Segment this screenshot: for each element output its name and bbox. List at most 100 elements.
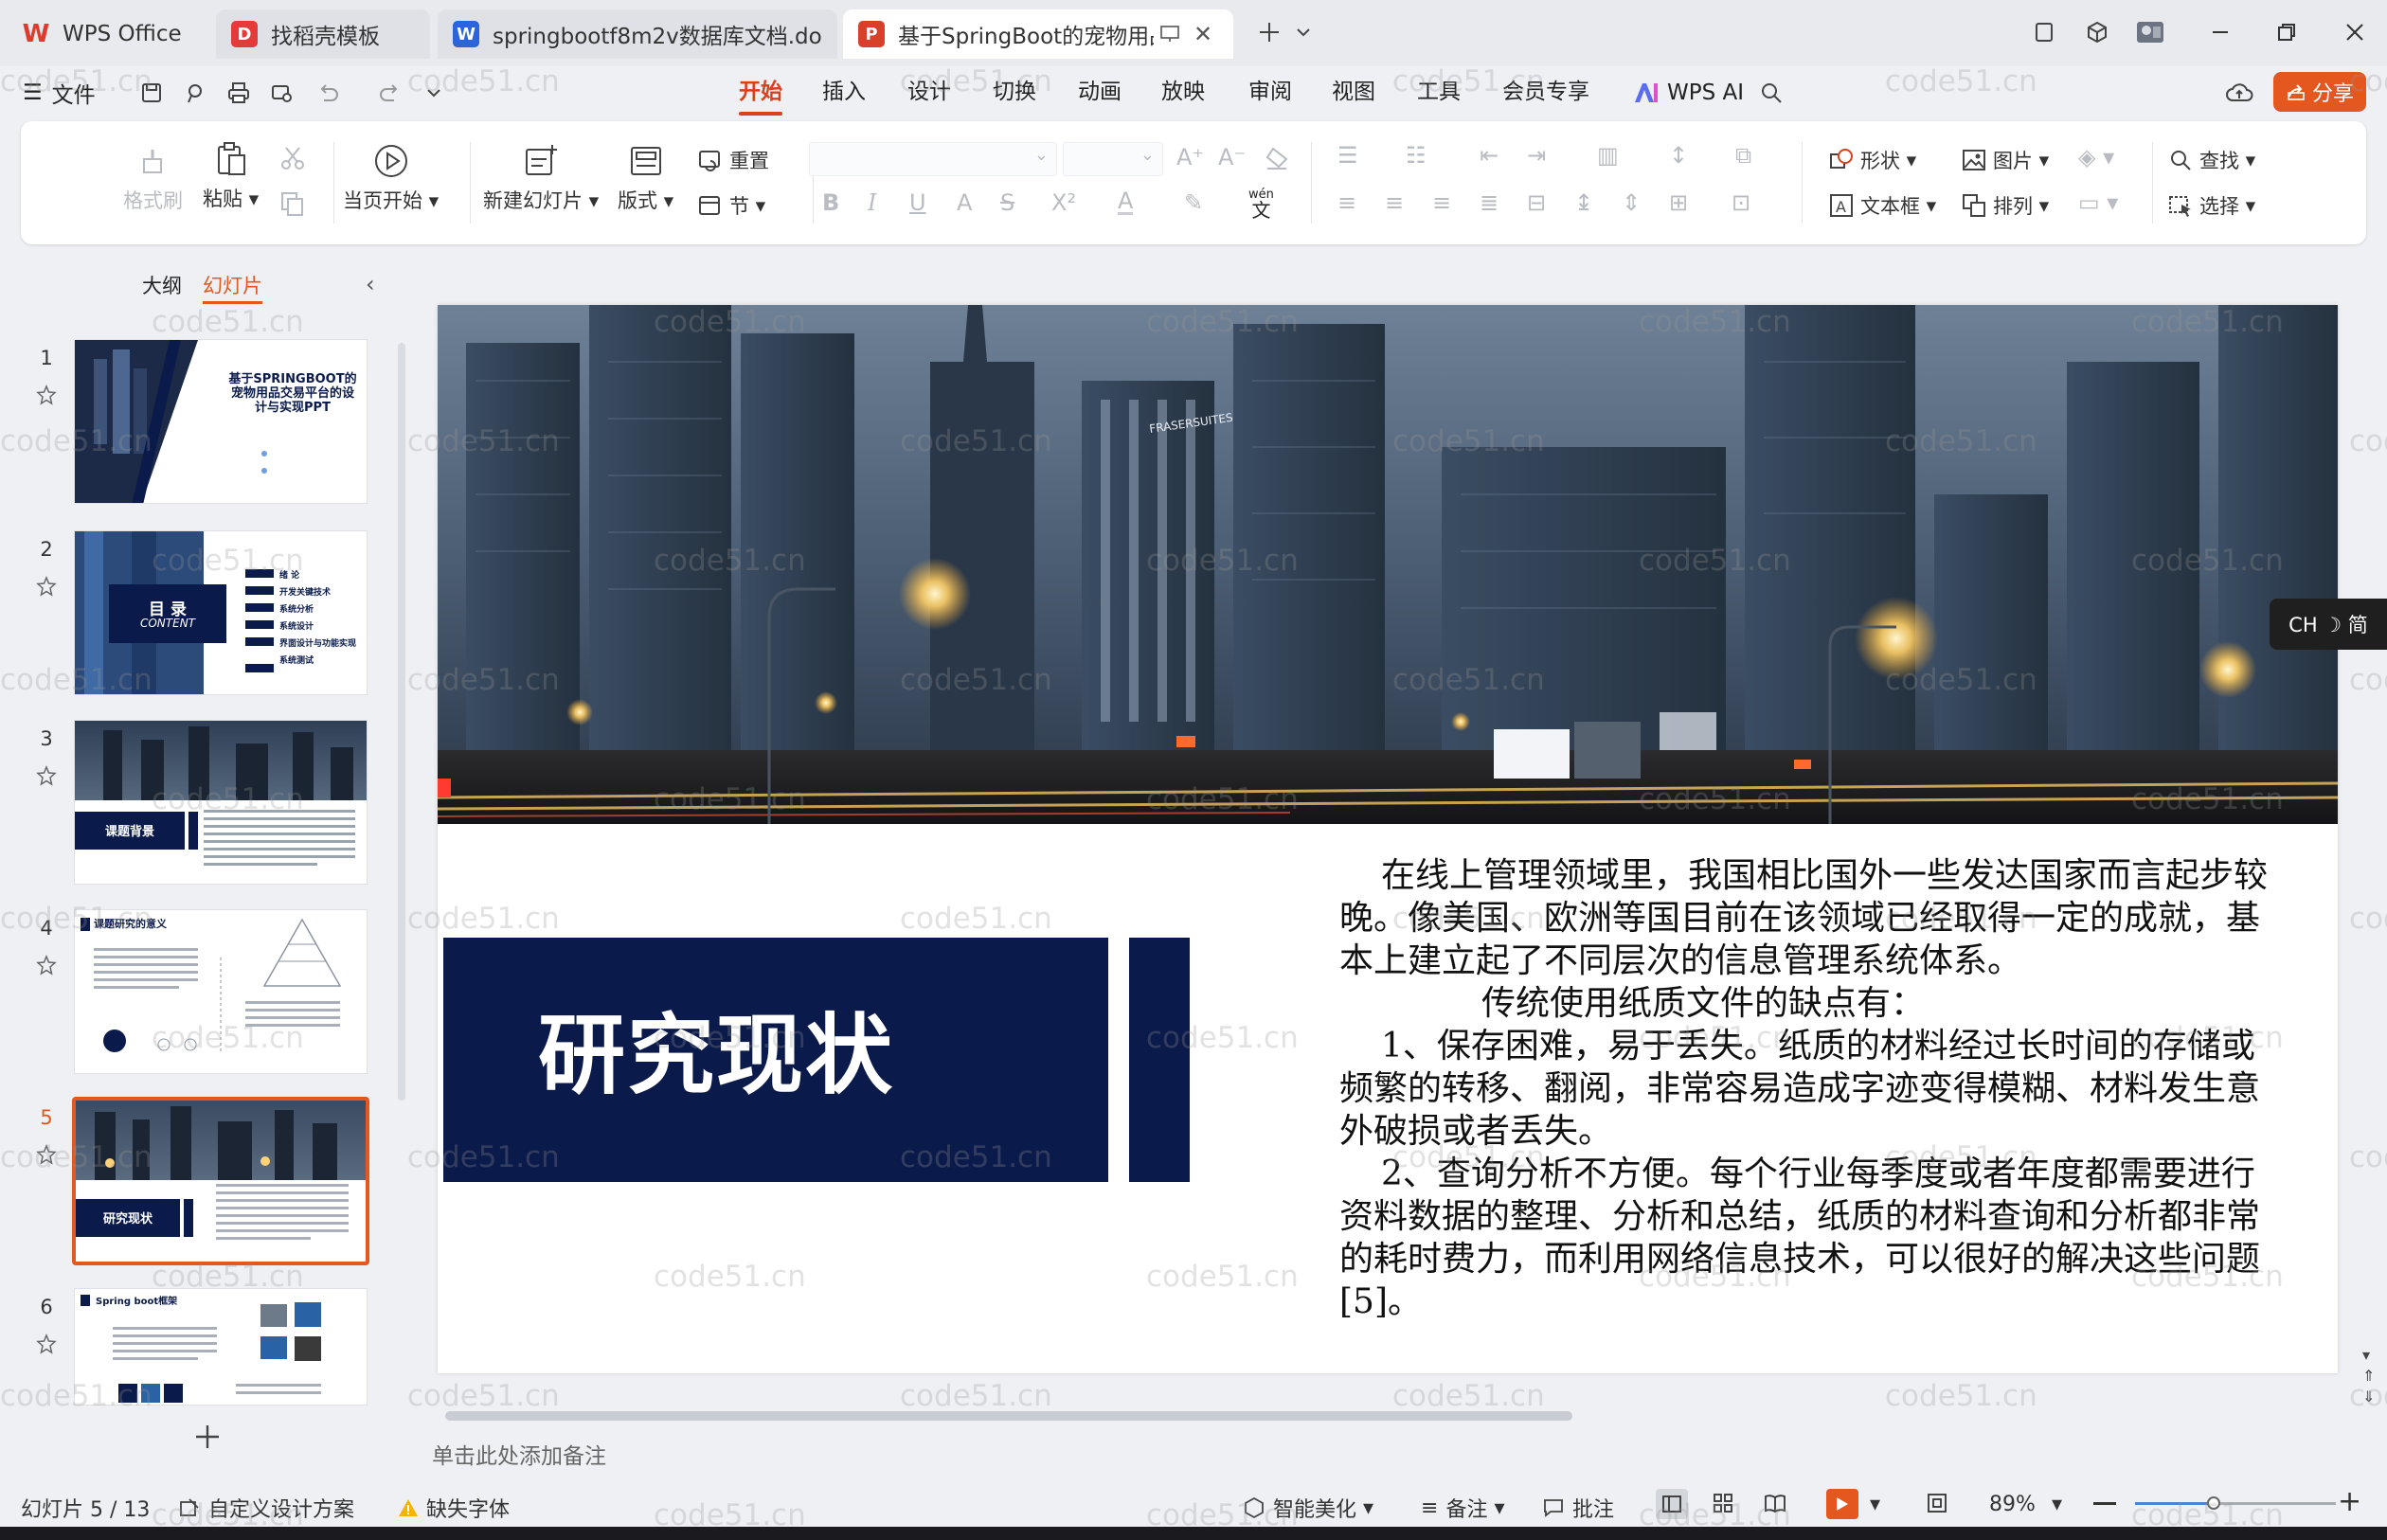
tab-outline[interactable]: 大纲 [142, 271, 182, 299]
font-size-select[interactable]: ⌄ [1063, 142, 1163, 176]
cut-icon[interactable] [278, 144, 307, 172]
new-tab-icon[interactable] [1250, 13, 1288, 51]
tab-slideshow[interactable]: 放映 [1161, 76, 1205, 110]
tab-design[interactable]: 设计 [907, 76, 951, 110]
tab-docer-templates[interactable]: D 找稻壳模板 [216, 9, 430, 59]
convert-icon[interactable]: ⧉ [1735, 142, 1751, 169]
tab-tools[interactable]: 工具 [1417, 76, 1461, 110]
tab-wps-office[interactable]: W WPS Office [8, 9, 218, 59]
font-family-select[interactable]: ⌄ [809, 142, 1057, 176]
slide-title[interactable]: 研究现状 [538, 985, 894, 1111]
share-button[interactable]: 分享 [2273, 72, 2366, 112]
align-right-icon[interactable]: ≡ [1432, 189, 1451, 216]
align-left-icon[interactable]: ≡ [1337, 189, 1356, 216]
find-button[interactable]: 查找 ▾ [2167, 146, 2255, 174]
export-icon[interactable] [180, 78, 210, 108]
increase-indent-icon[interactable]: ⇥ [1527, 142, 1546, 169]
decrease-indent-icon[interactable]: ⇤ [1480, 142, 1499, 169]
new-slide-button[interactable]: 新建幻灯片 ▾ [483, 142, 599, 214]
phonetic-guide-icon[interactable]: wén 文 [1248, 188, 1274, 220]
tab-insert[interactable]: 插入 [822, 76, 866, 110]
section-button[interactable]: 节 ▾ [697, 191, 765, 220]
search-icon[interactable] [1756, 78, 1786, 108]
tab-review[interactable]: 审阅 [1248, 76, 1292, 110]
file-menu-button[interactable]: ☰ 文件 [23, 78, 99, 108]
user-avatar[interactable] [2131, 13, 2169, 51]
star-icon[interactable] [36, 955, 57, 976]
textbox-button[interactable]: A 文本框 ▾ [1828, 191, 1936, 220]
slide-canvas[interactable]: FRASERSUITES 研究现状 在线上管理领域里，我国相比国外一些发达国家而… [438, 305, 2338, 1373]
ime-indicator[interactable]: CH ☽ 简 [2270, 599, 2387, 650]
missing-font-button[interactable]: 缺失字体 [398, 1493, 510, 1523]
layout-button[interactable]: 版式 ▾ [618, 142, 673, 214]
star-icon[interactable] [36, 385, 57, 405]
normal-view-icon[interactable] [1656, 1489, 1688, 1519]
fill-icon[interactable]: ◈ ▾ [2078, 144, 2114, 170]
line-spacing-icon[interactable]: ↨ [1574, 189, 1593, 216]
tab-transitions[interactable]: 切换 [993, 76, 1036, 110]
italic-icon[interactable]: I [868, 189, 876, 216]
tab-list-chevron-icon[interactable] [1284, 13, 1322, 51]
cloud-upload-icon[interactable] [2224, 78, 2254, 108]
slide-thumbnail-5[interactable]: 研究现状 [72, 1097, 369, 1265]
numbering-icon[interactable]: ☷ [1406, 142, 1427, 169]
strikethrough-icon[interactable]: S [1000, 189, 1014, 216]
justify-icon[interactable]: ≣ [1480, 189, 1499, 216]
redo-icon[interactable] [375, 78, 405, 108]
slide-thumbnail-3[interactable]: 课题背景 [74, 720, 368, 885]
paragraph-spacing-icon[interactable]: ⇕ [1622, 189, 1641, 216]
collapse-panel-icon[interactable]: ‹ [366, 271, 375, 297]
bullets-icon[interactable]: ☰ [1337, 142, 1358, 169]
text-direction-icon[interactable]: ↕ [1669, 142, 1688, 169]
undo-icon[interactable] [313, 78, 343, 108]
distribute-icon[interactable]: ⊟ [1527, 189, 1546, 216]
tab-home[interactable]: 开始 [739, 76, 782, 116]
tab-animations[interactable]: 动画 [1078, 76, 1122, 110]
highlight-icon[interactable]: ✎ [1184, 189, 1203, 216]
outline-icon[interactable]: ▭ ▾ [2078, 189, 2118, 216]
scroll-arrows[interactable]: ▾ ⇑ ⇓ [2362, 1345, 2375, 1407]
tab-ppt-document[interactable]: P 基于SpringBoot的宠物用品交 ✕ [843, 9, 1233, 59]
text-align-vertical-icon[interactable]: ⊞ [1669, 189, 1688, 216]
close-window-icon[interactable] [2336, 13, 2374, 51]
shape-button[interactable]: 形状 ▾ [1828, 146, 1916, 174]
quick-access-chevron-icon[interactable] [419, 78, 449, 108]
tab-member[interactable]: 会员专享 [1502, 76, 1589, 110]
tab-word-document[interactable]: W springbootf8m2v数据库文档.doc [438, 9, 837, 59]
print-preview-icon[interactable] [267, 78, 297, 108]
slide-thumbnail-4[interactable]: 课题研究的意义 [74, 909, 368, 1074]
slide-thumbnail-2[interactable]: 目 录 CONTENT 绪 论 开发关键技术 系统分析 系统设计 界面设计与功能… [74, 530, 368, 695]
slideshow-options-chevron-icon[interactable]: ▾ [1870, 1493, 1880, 1516]
paste-button[interactable]: 粘贴 ▾ [203, 140, 259, 212]
notes-placeholder[interactable]: 单击此处添加备注 [432, 1438, 606, 1470]
bold-icon[interactable]: B [822, 189, 839, 216]
add-slide-icon[interactable] [193, 1423, 222, 1451]
shadow-icon[interactable]: A [957, 189, 972, 216]
tab-view[interactable]: 视图 [1332, 76, 1375, 110]
window-layout-icon[interactable] [2025, 13, 2063, 51]
print-icon[interactable] [224, 78, 254, 108]
zoom-in-icon[interactable]: + [2338, 1485, 2361, 1518]
comments-button[interactable]: 批注 [1542, 1493, 1614, 1523]
zoom-slider-handle[interactable] [2207, 1496, 2220, 1510]
slide-sorter-icon[interactable] [1713, 1493, 1733, 1513]
fit-window-icon[interactable] [1927, 1493, 1947, 1513]
horizontal-scrollbar[interactable] [445, 1411, 1572, 1421]
reading-view-icon[interactable] [1764, 1493, 1786, 1513]
arrange-button[interactable]: 排列 ▾ [1961, 191, 2049, 220]
present-icon[interactable] [1159, 25, 1180, 44]
slide-body-textbox[interactable]: 在线上管理领域里，我国相比国外一些发达国家而言起步较晚。像美国、欧洲等国目前在该… [1339, 854, 2287, 1323]
underline-icon[interactable]: U [909, 189, 926, 216]
zoom-level[interactable]: 89% [1989, 1493, 2036, 1516]
clear-format-icon[interactable] [1264, 146, 1290, 170]
panel-scrollbar[interactable] [398, 343, 405, 1101]
custom-design-button[interactable]: 自定义设计方案 [178, 1493, 354, 1523]
tab-slides[interactable]: 幻灯片 [203, 271, 262, 304]
star-icon[interactable] [36, 1334, 57, 1354]
zoom-slider[interactable] [2135, 1496, 2336, 1510]
increase-font-icon[interactable]: A⁺ [1176, 144, 1204, 170]
star-icon[interactable] [36, 576, 57, 597]
smart-art-icon[interactable]: ⊡ [1732, 189, 1750, 216]
align-center-icon[interactable]: ≡ [1385, 189, 1404, 216]
font-color-icon[interactable]: A [1118, 189, 1134, 215]
